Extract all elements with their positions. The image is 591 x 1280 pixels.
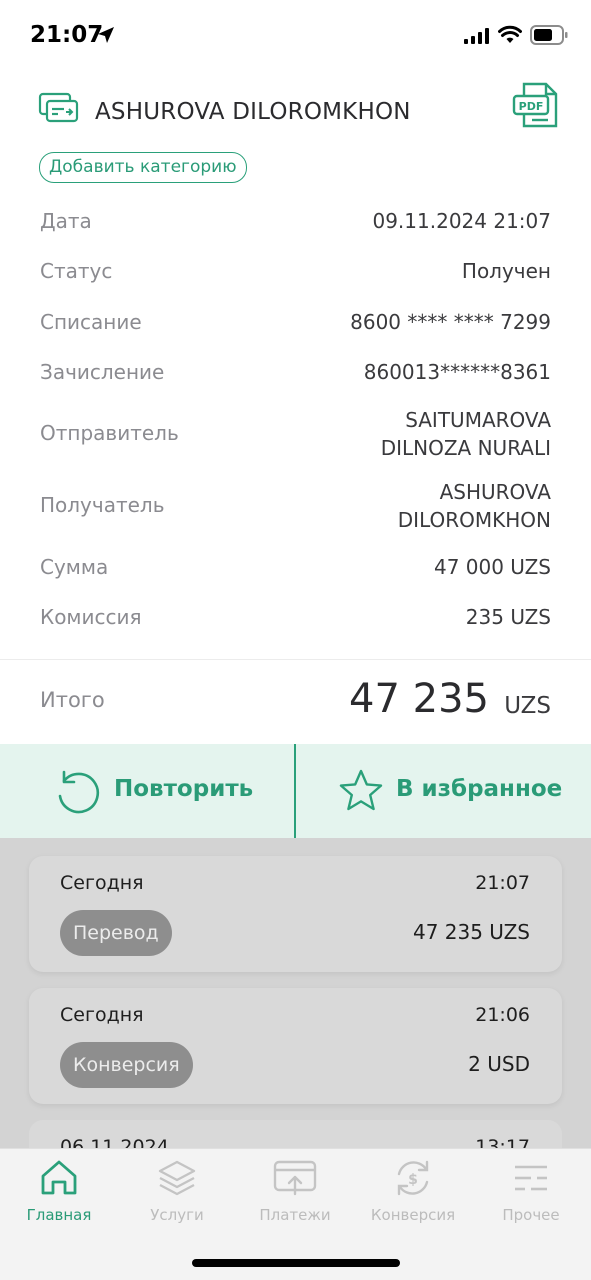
- date-label: Дата: [40, 209, 92, 233]
- repeat-icon: [58, 770, 100, 814]
- sliders-icon: [515, 1165, 547, 1191]
- svg-text:$: $: [408, 1172, 418, 1188]
- tab-more-label: Прочее: [502, 1206, 560, 1224]
- add-category-button[interactable]: Добавить категорию: [39, 152, 247, 183]
- tab-conversion[interactable]: $ Конверсия: [354, 1158, 472, 1224]
- star-icon: [339, 769, 383, 811]
- credit-card-value: 860013******8361: [363, 360, 551, 384]
- status-value: Получен: [461, 259, 551, 283]
- history-time: 21:06: [475, 1004, 530, 1026]
- credit-label: Зачисление: [40, 360, 165, 384]
- total-label: Итого: [40, 688, 105, 712]
- sender-value: SAITUMAROVA DILNOZA NURALI: [381, 406, 551, 462]
- card-payment-icon: [273, 1160, 317, 1196]
- recipient-name: ASHUROVA DILOROMKHON: [95, 99, 411, 125]
- recipient-line-1: ASHUROVA: [439, 480, 551, 504]
- total-amount: 47 235: [349, 676, 489, 722]
- history-date: Сегодня: [60, 872, 144, 894]
- tab-home[interactable]: Главная: [0, 1158, 118, 1224]
- layers-icon: [158, 1160, 196, 1196]
- card-transfer-icon: [38, 92, 79, 123]
- sender-line-2: DILNOZA NURALI: [380, 436, 551, 460]
- tab-payments[interactable]: Платежи: [236, 1158, 354, 1224]
- status-label: Статус: [40, 259, 113, 283]
- divider: [0, 659, 591, 660]
- home-icon: [41, 1160, 77, 1195]
- history-date: Сегодня: [60, 1004, 144, 1026]
- history-card[interactable]: Сегодня 21:06 Конверсия 2 USD: [29, 988, 562, 1104]
- cellular-signal-icon: [464, 28, 489, 44]
- history-time: 21:07: [475, 872, 530, 894]
- currency-exchange-icon: $: [397, 1160, 429, 1196]
- tab-more[interactable]: Прочее: [472, 1158, 590, 1224]
- wifi-icon: [498, 25, 522, 43]
- history-amount: 2 USD: [468, 1052, 530, 1076]
- commission-label: Комиссия: [40, 605, 142, 629]
- svg-text:PDF: PDF: [519, 100, 544, 113]
- sender-line-1: SAITUMAROVA: [405, 408, 551, 432]
- history-type-badge: Перевод: [60, 910, 172, 956]
- history-amount: 47 235 UZS: [412, 920, 530, 944]
- tab-conversion-label: Конверсия: [370, 1206, 456, 1224]
- recipient-value: ASHUROVA DILOROMKHON: [398, 478, 551, 534]
- amount-value: 47 000 UZS: [433, 555, 551, 579]
- debit-card-value: 8600 **** **** 7299: [350, 310, 551, 334]
- home-indicator: [192, 1259, 400, 1267]
- total-currency: UZS: [504, 693, 551, 719]
- status-bar: 21:07: [0, 0, 591, 70]
- favorite-label[interactable]: В избранное: [396, 776, 562, 802]
- tab-services-label: Услуги: [150, 1206, 204, 1224]
- sender-label: Отправитель: [40, 421, 179, 445]
- pdf-download-icon[interactable]: PDF: [512, 82, 558, 128]
- recipient-label: Получатель: [40, 493, 165, 517]
- repeat-label[interactable]: Повторить: [114, 776, 253, 802]
- date-value: 09.11.2024 21:07: [372, 209, 551, 233]
- tab-services[interactable]: Услуги: [118, 1158, 236, 1224]
- status-time: 21:07: [30, 22, 104, 48]
- battery-icon: [530, 25, 568, 45]
- location-arrow-icon: [98, 27, 114, 43]
- tab-payments-label: Платежи: [259, 1206, 331, 1224]
- recipient-line-2: DILOROMKHON: [397, 508, 551, 532]
- history-card[interactable]: Сегодня 21:07 Перевод 47 235 UZS: [29, 856, 562, 972]
- debit-label: Списание: [40, 310, 142, 334]
- amount-label: Сумма: [40, 555, 109, 579]
- commission-value: 235 UZS: [465, 605, 551, 629]
- tab-home-label: Главная: [26, 1206, 92, 1224]
- history-type-badge: Конверсия: [60, 1042, 193, 1088]
